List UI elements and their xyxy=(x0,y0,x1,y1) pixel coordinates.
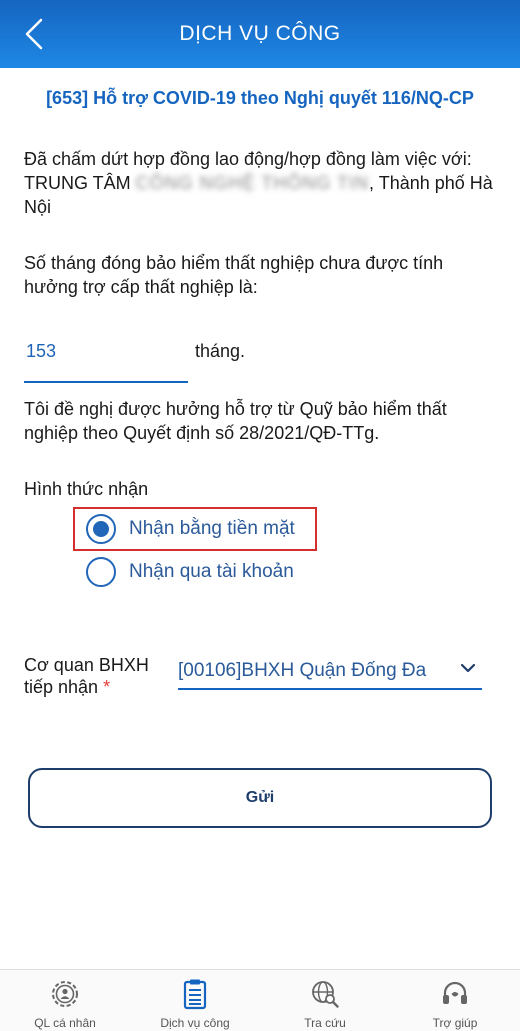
nav-item-public-services[interactable]: Dịch vụ công xyxy=(130,970,260,1031)
required-mark: * xyxy=(103,677,111,697)
nav-item-lookup[interactable]: Tra cứu xyxy=(260,970,390,1031)
chevron-down-icon xyxy=(460,663,476,673)
nav-item-profile[interactable]: QL cá nhân xyxy=(0,970,130,1031)
nav-label-help: Trợ giúp xyxy=(432,1016,478,1030)
radio-cash-label: Nhận bằng tiền mặt xyxy=(129,518,295,539)
months-question: Số tháng đóng bảo hiểm thất nghiệp chưa … xyxy=(24,253,444,297)
agency-value: [00106]BHXH Quận Đống Đa xyxy=(178,660,427,681)
bottom-nav: QL cá nhân Dịch vụ công Tra cứu Trợ giúp xyxy=(0,969,520,1031)
radio-cash[interactable]: Nhận bằng tiền mặt xyxy=(86,514,295,544)
months-unit: tháng. xyxy=(195,341,246,361)
globe-search-icon xyxy=(309,978,341,1010)
receive-method-label: Hình thức nhận xyxy=(24,479,149,499)
nav-label-public-services: Dịch vụ công xyxy=(160,1016,230,1030)
page-title: DỊCH VỤ CÔNG xyxy=(179,22,341,45)
submit-button[interactable]: Gửi xyxy=(28,768,492,828)
back-button[interactable] xyxy=(14,14,54,54)
radio-account[interactable]: Nhận qua tài khoản xyxy=(86,557,294,587)
agency-dropdown[interactable]: [00106]BHXH Quận Đống Đa xyxy=(178,660,482,690)
redacted-text: CÔNG NGHỆ THÔNG TIN xyxy=(135,173,370,193)
chevron-left-icon xyxy=(25,18,43,50)
radio-unchecked-icon xyxy=(86,557,116,587)
nav-label-profile: QL cá nhân xyxy=(34,1016,96,1030)
agency-label-text: Cơ quan BHXH tiếp nhận xyxy=(24,655,149,697)
radio-account-label: Nhận qua tài khoản xyxy=(129,561,294,582)
nav-label-lookup: Tra cứu xyxy=(304,1016,346,1030)
person-gear-icon xyxy=(49,978,81,1010)
headset-icon xyxy=(439,978,471,1010)
app-header: DỊCH VỤ CÔNG xyxy=(0,0,520,68)
radio-checked-icon xyxy=(86,514,116,544)
clipboard-icon xyxy=(179,978,211,1010)
months-input[interactable]: 153 xyxy=(24,333,188,383)
request-statement: Tôi đề nghị được hưởng hỗ trợ từ Quỹ bảo… xyxy=(24,399,447,443)
contract-statement: Đã chấm dứt hợp đồng lao động/hợp đồng l… xyxy=(24,147,494,219)
service-title: [653] Hỗ trợ COVID-19 theo Nghị quyết 11… xyxy=(46,88,474,108)
nav-item-help[interactable]: Trợ giúp xyxy=(390,970,520,1031)
agency-label: Cơ quan BHXH tiếp nhận * xyxy=(24,654,174,698)
